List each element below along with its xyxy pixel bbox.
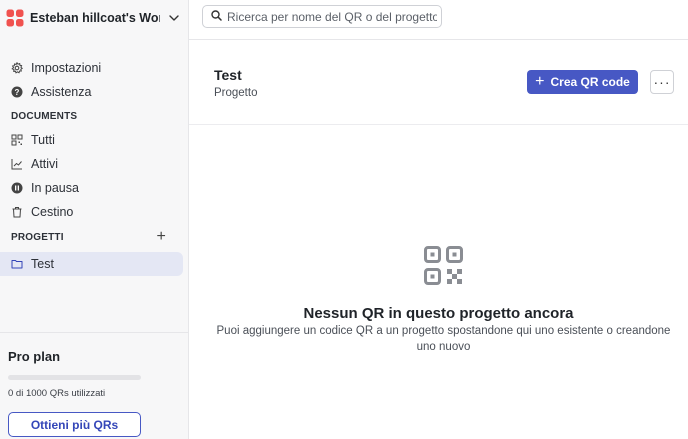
pause-icon [11,182,23,194]
chevron-down-icon [166,10,182,26]
create-qr-button[interactable]: + Crea QR code [527,70,638,94]
empty-state-description: Puoi aggiungere un codice QR a un proget… [216,325,671,353]
help-icon: ? [11,86,23,98]
sidebar-item-project-test[interactable]: Test [0,252,183,276]
get-more-qrs-button[interactable]: Ottieni più QRs [8,412,141,437]
section-label: PROGETTI [11,231,64,243]
qr-small-icon [11,134,23,146]
chart-line-icon [11,158,23,170]
empty-state-title: Nessun QR in questo progetto ancora [303,305,574,322]
sidebar-item-cestino[interactable]: Cestino [0,200,183,224]
workspace-logo-icon [6,9,24,27]
trash-icon [11,206,23,218]
create-qr-label: Crea QR code [550,75,630,89]
empty-state: Nessun QR in questo progetto ancora Puoi… [189,125,688,439]
sidebar-item-label: Attivi [31,157,59,171]
sidebar-item-label: Tutti [31,133,55,147]
sidebar: Esteban hillcoat's Work... Impostazioni … [0,0,189,439]
sidebar-item-label: Cestino [31,205,74,219]
workspace-name: Esteban hillcoat's Work... [30,11,160,25]
plan-panel: Pro plan 0 di 1000 QRs utilizzati Ottien… [0,332,188,439]
topbar [189,0,688,40]
qr-code-icon [424,246,463,285]
page-subtitle: Progetto [214,87,258,99]
section-label: DOCUMENTS [11,110,78,122]
plan-usage-bar [8,375,141,380]
folder-icon [11,258,23,270]
sidebar-item-in-pausa[interactable]: In pausa [0,176,183,200]
sidebar-item-label: Test [31,257,54,271]
more-options-button[interactable]: ··· [650,70,674,94]
sidebar-item-label: Impostazioni [31,61,102,75]
search-box[interactable] [202,5,442,28]
page-title: Test [214,67,242,83]
sidebar-item-label: In pausa [31,181,79,195]
add-project-icon[interactable]: + [156,229,166,245]
search-input[interactable] [227,9,437,24]
plan-usage-text: 0 di 1000 QRs utilizzati [8,388,106,399]
plan-title: Pro plan [8,349,61,364]
svg-text:?: ? [15,88,20,97]
app: Esteban hillcoat's Work... Impostazioni … [0,0,688,439]
sidebar-item-tutti[interactable]: Tutti [0,128,183,152]
workspace-switcher[interactable]: Esteban hillcoat's Work... [0,0,188,36]
gear-icon [11,62,23,74]
main-content: Test Progetto + Crea QR code ··· [189,0,688,439]
section-progetti: PROGETTI + [0,225,188,249]
sidebar-item-attivi[interactable]: Attivi [0,152,183,176]
plus-icon: + [535,73,545,90]
project-header: Test Progetto + Crea QR code ··· [189,40,688,125]
search-icon [211,9,222,24]
sidebar-item-assistenza[interactable]: ? Assistenza [0,80,183,104]
sidebar-item-impostazioni[interactable]: Impostazioni [0,56,183,80]
section-documents: DOCUMENTS [0,104,188,128]
sidebar-nav: Impostazioni ? Assistenza DOCUMENTS Tutt… [0,56,188,276]
sidebar-item-label: Assistenza [31,85,92,99]
